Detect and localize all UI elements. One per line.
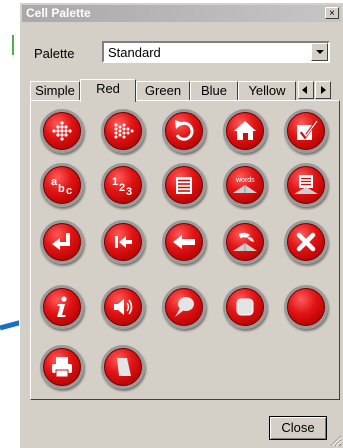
svg-text:2: 2 [119,182,125,194]
speech-bubble-icon[interactable] [162,285,206,329]
abc-icon[interactable]: a b c [40,163,84,207]
window-title: Cell Palette [26,6,91,20]
tab-scroll-left-icon[interactable] [298,81,314,99]
info-icon[interactable] [40,285,84,329]
svg-text:c: c [66,185,72,197]
skip-left-icon[interactable] [101,220,145,264]
close-button[interactable]: Close [269,416,327,440]
arrow-dots-icon[interactable] [101,109,145,153]
svg-text:3: 3 [126,186,132,198]
arrow-left-icon[interactable] [162,220,206,264]
speaker-icon[interactable] [101,285,145,329]
tab-simple[interactable]: Simple [30,81,80,101]
palette-select[interactable]: Standard [102,41,330,63]
svg-text:b: b [58,183,65,195]
document-icon[interactable] [284,163,328,207]
colors-icon[interactable] [223,220,267,264]
x-close-icon[interactable] [284,220,328,264]
background-edge [12,35,14,55]
checkmark-icon[interactable] [284,109,328,153]
home-icon[interactable] [223,109,267,153]
tab-green[interactable]: Green [136,81,190,101]
tab-yellow[interactable]: Yellow [238,81,296,101]
tab-strip: Simple Red Green Blue Yellow [30,79,340,102]
svg-text:words: words [235,177,255,184]
paper-icon[interactable] [101,345,145,389]
words-icon[interactable]: words [223,163,267,207]
resize-grip-icon[interactable] [328,433,342,447]
tab-blue[interactable]: Blue [190,81,238,101]
tab-panel-red: a b c 1 2 3 words [30,100,340,400]
undo-curve-icon[interactable] [162,109,206,153]
palette-selected-value: Standard [108,45,161,60]
page: Cell Palette × Palette Standard Simple R… [0,0,343,448]
svg-text:a: a [51,176,58,188]
diamond-dots-icon[interactable] [40,109,84,153]
tab-red[interactable]: Red [80,79,136,102]
square-icon[interactable] [223,285,267,329]
tab-scroll-right-icon[interactable] [315,81,331,99]
enter-return-icon[interactable] [40,220,84,264]
blank-circle-icon[interactable] [284,285,328,329]
title-bar[interactable]: Cell Palette × [22,5,341,22]
svg-text:1: 1 [112,176,118,188]
printer-icon[interactable] [40,345,84,389]
123-icon[interactable]: 1 2 3 [101,163,145,207]
chevron-down-icon[interactable] [311,43,328,61]
close-icon[interactable]: × [325,7,339,19]
palette-label: Palette [34,46,75,61]
cell-palette-dialog: Cell Palette × Palette Standard Simple R… [19,2,343,448]
list-icon[interactable] [162,163,206,207]
